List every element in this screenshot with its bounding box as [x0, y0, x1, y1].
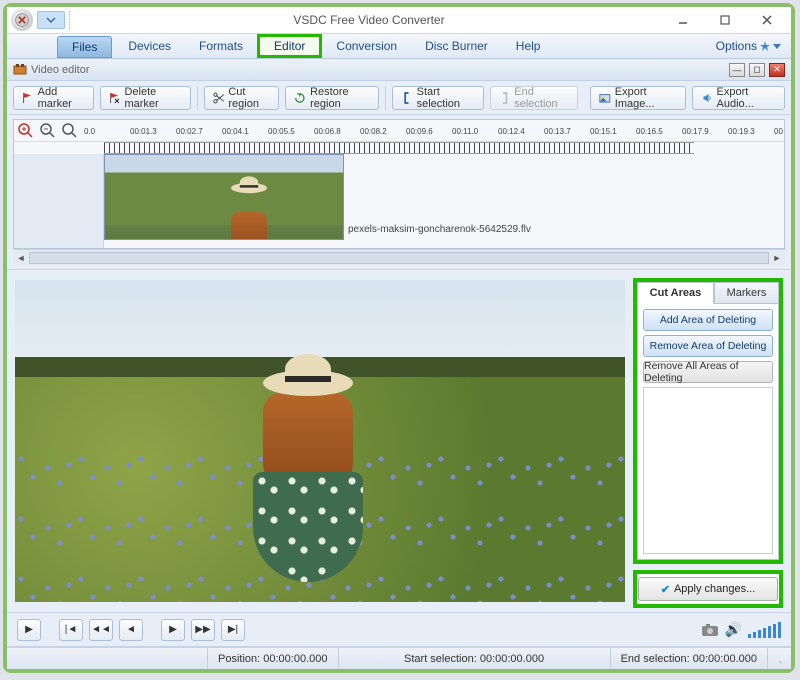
- end-selection-button[interactable]: End selection: [490, 86, 579, 110]
- status-start-selection: Start selection: 00:00:00.000: [338, 648, 610, 669]
- maximize-button[interactable]: [705, 9, 745, 31]
- start-selection-button[interactable]: Start selection: [392, 86, 484, 110]
- zoom-out-icon[interactable]: [40, 123, 56, 139]
- flag-icon: [22, 91, 34, 105]
- scroll-left-button[interactable]: ◄: [13, 253, 29, 263]
- status-bar: Position: 00:00:00.000 Start selection: …: [7, 647, 791, 669]
- menu-conversion[interactable]: Conversion: [322, 34, 411, 58]
- status-resize-grip[interactable]: [767, 648, 791, 669]
- toolbar-separator: [385, 86, 386, 110]
- add-marker-button[interactable]: Add marker: [13, 86, 94, 110]
- audio-export-icon: [701, 91, 713, 105]
- remove-area-button[interactable]: Remove Area of Deleting: [643, 335, 773, 357]
- volume-slider[interactable]: [748, 622, 781, 638]
- timeline-panel: 0.000:01.300:02.700:04.100:05.500:06.800…: [7, 115, 791, 270]
- video-preview[interactable]: [15, 280, 625, 602]
- timeline-tick-labels: 0.000:01.300:02.700:04.100:05.500:06.800…: [84, 125, 784, 136]
- panel-header: Video editor — ◻ ✕: [7, 59, 791, 81]
- chevron-down-icon: [773, 44, 781, 49]
- main-area: Cut Areas Markers Add Area of Deleting R…: [7, 270, 791, 613]
- tab-markers[interactable]: Markers: [714, 282, 779, 304]
- bracket-left-icon: [401, 91, 413, 105]
- delete-marker-label: Delete marker: [124, 86, 181, 110]
- cut-region-button[interactable]: Cut region: [204, 86, 280, 110]
- options-star-icon: [760, 41, 770, 51]
- zoom-fit-icon[interactable]: [62, 123, 78, 139]
- status-end-selection: End selection: 00:00:00.000: [610, 648, 767, 669]
- add-area-button[interactable]: Add Area of Deleting: [643, 309, 773, 331]
- close-button[interactable]: [747, 9, 787, 31]
- play-button[interactable]: ▶: [17, 619, 41, 641]
- zoom-in-icon[interactable]: [18, 123, 34, 139]
- scroll-right-button[interactable]: ►: [769, 253, 785, 263]
- restore-icon: [294, 91, 306, 105]
- export-audio-label: Export Audio...: [717, 86, 777, 110]
- menu-devices[interactable]: Devices: [114, 34, 185, 58]
- tab-cut-areas[interactable]: Cut Areas: [637, 282, 714, 304]
- preview-subject: [243, 370, 373, 590]
- remove-all-areas-button[interactable]: Remove All Areas of Deleting: [643, 361, 773, 383]
- app-icon: [11, 9, 33, 31]
- menu-bar: Files Devices Formats Editor Conversion …: [7, 33, 791, 59]
- window-title: VSDC Free Video Converter: [75, 13, 663, 27]
- apply-label: Apply changes...: [674, 583, 755, 595]
- title-bar: VSDC Free Video Converter: [7, 7, 791, 33]
- start-selection-label: Start selection: [417, 86, 475, 110]
- quick-access-dropdown[interactable]: [37, 11, 65, 29]
- editor-toolbar: Add marker Delete marker Cut region Rest…: [7, 81, 791, 115]
- timeline-gutter: [14, 154, 104, 248]
- panel-title: Video editor: [31, 64, 90, 76]
- panel-minimize-button[interactable]: —: [729, 63, 745, 77]
- export-audio-button[interactable]: Export Audio...: [692, 86, 785, 110]
- export-image-label: Export Image...: [615, 86, 677, 110]
- scroll-track[interactable]: [29, 252, 769, 264]
- preview-frame: [15, 280, 625, 602]
- timeline-scrollbar[interactable]: ◄ ►: [13, 249, 785, 265]
- menu-options-label: Options: [716, 39, 757, 53]
- image-export-icon: [599, 91, 611, 105]
- cut-areas-list[interactable]: [643, 387, 773, 554]
- restore-region-label: Restore region: [310, 86, 370, 110]
- restore-region-button[interactable]: Restore region: [285, 86, 379, 110]
- app-window: VSDC Free Video Converter Files Devices …: [3, 3, 795, 673]
- menu-help[interactable]: Help: [502, 34, 555, 58]
- volume-icon[interactable]: 🔊: [725, 621, 742, 638]
- apply-changes-button[interactable]: ✔ Apply changes...: [638, 577, 778, 601]
- clip-filename: pexels-maksim-goncharenok-5642529.flv: [348, 224, 531, 235]
- go-end-button[interactable]: ▶|: [221, 619, 245, 641]
- go-start-button[interactable]: |◄: [59, 619, 83, 641]
- export-image-button[interactable]: Export Image...: [590, 86, 686, 110]
- status-position: Position: 00:00:00.000: [207, 648, 338, 669]
- snapshot-icon[interactable]: [701, 622, 719, 638]
- timeline-clip[interactable]: [104, 154, 344, 240]
- panel-maximize-button[interactable]: ◻: [749, 63, 765, 77]
- flag-x-icon: [109, 91, 121, 105]
- next-frame-group-button[interactable]: ▶▶: [191, 619, 215, 641]
- apply-panel: ✔ Apply changes...: [633, 570, 783, 608]
- add-marker-label: Add marker: [38, 86, 85, 110]
- cut-region-label: Cut region: [228, 86, 270, 110]
- menu-options[interactable]: Options: [716, 34, 781, 58]
- timeline: 0.000:01.300:02.700:04.100:05.500:06.800…: [13, 119, 785, 249]
- bracket-right-icon: [499, 91, 511, 105]
- menu-files[interactable]: Files: [57, 36, 112, 58]
- menu-disc-burner[interactable]: Disc Burner: [411, 34, 502, 58]
- scissors-icon: [213, 91, 225, 105]
- prev-frame-button[interactable]: ◄: [119, 619, 143, 641]
- video-editor-icon: [13, 63, 27, 77]
- end-selection-label: End selection: [514, 86, 569, 110]
- prev-frame-group-button[interactable]: ◄◄: [89, 619, 113, 641]
- next-frame-button[interactable]: ▶: [161, 619, 185, 641]
- minimize-button[interactable]: [663, 9, 703, 31]
- check-icon: ✔: [661, 583, 670, 596]
- side-panel: Cut Areas Markers Add Area of Deleting R…: [633, 278, 783, 564]
- timeline-track[interactable]: pexels-maksim-goncharenok-5642529.flv: [104, 154, 784, 248]
- panel-close-button[interactable]: ✕: [769, 63, 785, 77]
- menu-editor[interactable]: Editor: [257, 34, 322, 58]
- playback-controls: ▶ |◄ ◄◄ ◄ ▶ ▶▶ ▶| 🔊: [7, 613, 791, 647]
- menu-formats[interactable]: Formats: [185, 34, 257, 58]
- delete-marker-button[interactable]: Delete marker: [100, 86, 191, 110]
- toolbar-separator: [197, 86, 198, 110]
- timeline-ruler[interactable]: [104, 142, 694, 154]
